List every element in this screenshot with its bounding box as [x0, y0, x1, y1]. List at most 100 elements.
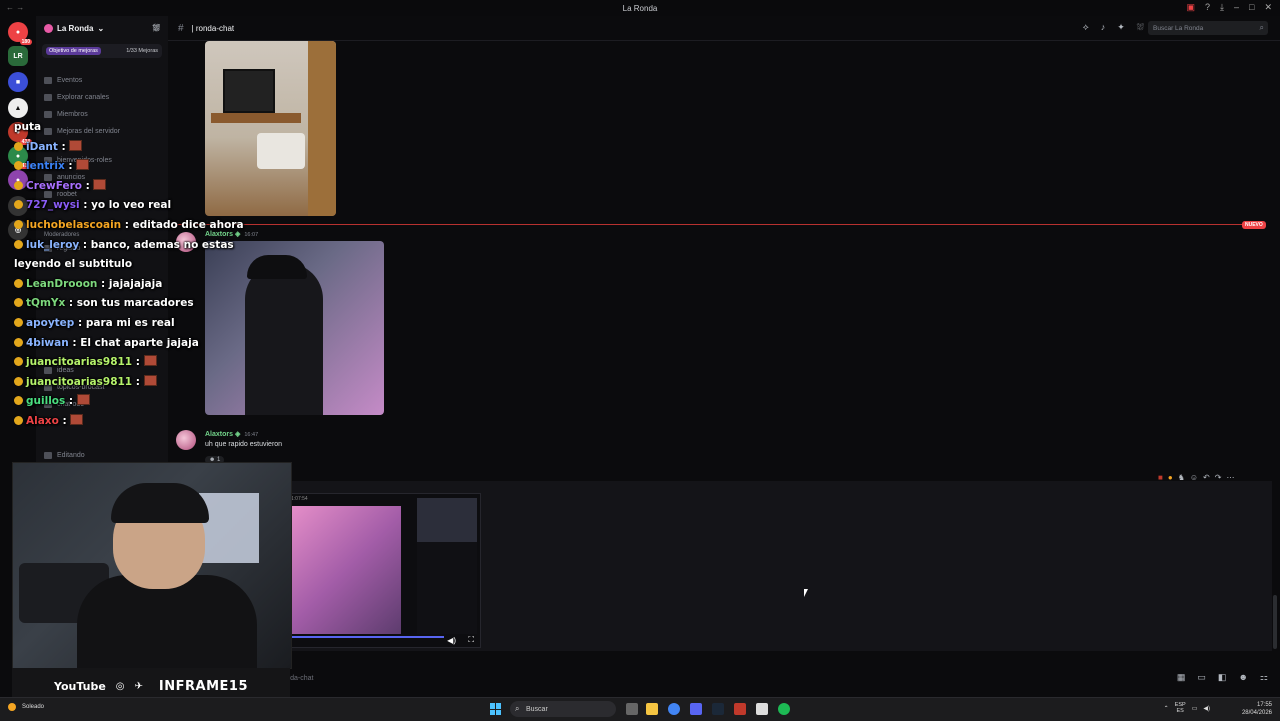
chat-badge-icon	[14, 337, 23, 347]
chat-badge-icon	[14, 278, 23, 288]
video-seekbar[interactable]	[289, 636, 444, 638]
reaction-emoji-icon[interactable]: ■	[1158, 473, 1163, 482]
start-button[interactable]	[490, 703, 502, 715]
chat-username: luk_leroy	[26, 238, 80, 251]
taskbar-search[interactable]: ⌕ Buscar	[510, 701, 616, 717]
language-indicator[interactable]: ESP ES	[1175, 702, 1186, 714]
chat-message: : para mi es real	[74, 316, 175, 329]
invite-icon[interactable]: ⛆	[153, 23, 160, 34]
notifications-icon[interactable]: ♪	[1101, 22, 1106, 33]
chat-username: CrewFero	[26, 179, 82, 192]
chat-emote-icon	[143, 355, 157, 367]
hash-icon: #	[178, 22, 184, 34]
stream-chat-line: puta	[14, 118, 254, 138]
reply-icon[interactable]: ↶	[1203, 473, 1210, 482]
volume-icon[interactable]: ◀)	[447, 636, 456, 645]
chat-username: guillos	[26, 395, 66, 408]
message-text: uh que rapido estuvieron	[205, 441, 283, 448]
app-icon[interactable]	[756, 703, 768, 715]
explorer-icon[interactable]	[646, 703, 658, 715]
volume-icon[interactable]: ◀)	[1203, 705, 1210, 712]
discord-icon[interactable]	[690, 703, 702, 715]
network-icon[interactable]: ▭	[1192, 705, 1198, 712]
inbox-icon[interactable]: ▣	[1186, 2, 1195, 13]
message-input[interactable]: ronda-chat	[280, 668, 1270, 688]
dm-home-icon[interactable]: ● 180	[8, 22, 32, 45]
chat-badge-icon	[14, 357, 23, 367]
webcam-detail	[199, 493, 259, 563]
stream-chat-line: tQmYx : son tus marcadores	[14, 294, 254, 314]
members-icon	[44, 111, 52, 118]
webcam-detail	[77, 575, 257, 668]
channel-item-explorar[interactable]: Explorar canales	[44, 94, 109, 101]
chevron-up-icon[interactable]: ⌃	[1164, 705, 1169, 712]
chat-username: 4biwan	[26, 336, 69, 349]
member-list-icon[interactable]: ⛆	[1137, 22, 1144, 33]
gif-icon[interactable]: ▭	[1197, 672, 1206, 683]
chat-username: lentrix	[26, 160, 65, 173]
scrollbar[interactable]	[1273, 595, 1277, 649]
stream-chat-line: iDant :	[14, 138, 254, 158]
channel-item-eventos[interactable]: Eventos	[44, 77, 82, 84]
stream-chat-line: CrewFero :	[14, 177, 254, 197]
fullscreen-icon[interactable]: ⛶	[468, 635, 474, 645]
image-detail	[257, 133, 305, 169]
server-header[interactable]: La Ronda ⌄ ⛆	[36, 16, 168, 40]
webcam-overlay	[12, 462, 292, 669]
avatar[interactable]	[176, 430, 196, 450]
instagram-icon: ◎	[115, 680, 125, 692]
chat-username: LeanDrooon	[26, 277, 98, 290]
chat-message: :	[81, 179, 94, 192]
server-avatar-icon	[44, 23, 53, 33]
emoji-icon[interactable]: ☻	[1238, 672, 1247, 683]
server-la-ronda-icon[interactable]: LR	[8, 46, 28, 66]
back-icon[interactable]: ← →	[6, 3, 24, 12]
spotify-icon[interactable]	[778, 703, 790, 715]
chat-emote-icon	[93, 178, 107, 190]
channel-item-miembros[interactable]: Miembros	[44, 111, 88, 118]
clock[interactable]: 17:55 28/04/2026	[1242, 701, 1272, 717]
chat-username: 727_wysi	[26, 199, 80, 212]
mouse-cursor	[804, 589, 808, 597]
stream-chat-line: luchobelascoain : editado dice ahora	[14, 216, 254, 236]
forward-icon[interactable]: ↷	[1215, 473, 1222, 482]
search-input[interactable]: Buscar La Ronda ⌕	[1148, 21, 1268, 35]
calendar-icon	[44, 77, 52, 84]
gift-icon[interactable]: ▦	[1177, 672, 1186, 683]
stream-chat-line: lentrix :	[14, 157, 254, 177]
chat-username: apoytep	[26, 316, 75, 329]
search-icon: ⌕	[515, 704, 520, 713]
boost-goal[interactable]: Objetivo de mejoras 1/33 Mejoras	[42, 44, 162, 58]
chrome-icon[interactable]	[668, 703, 680, 715]
window-title: La Ronda	[622, 3, 658, 13]
system-tray: ⌃ ESP ES ▭ ◀)	[1164, 702, 1210, 714]
reaction-emoji-icon[interactable]: ●	[1168, 473, 1173, 482]
video-time: 1:07:54	[291, 496, 308, 502]
chat-message: :	[132, 356, 144, 369]
add-reaction-icon[interactable]: ☺	[1190, 473, 1198, 482]
pin-icon[interactable]: ✦	[1117, 22, 1125, 33]
stream-chat-overlay: puta iDant : lentrix : CrewFero : 727_wys…	[14, 118, 254, 432]
reaction-emoji-icon[interactable]: ♞	[1178, 473, 1185, 482]
title-bar: ← → La Ronda ▣ ? ⤓ – □ ✕	[0, 0, 1280, 16]
close-button[interactable]: ✕	[1264, 2, 1272, 13]
weather-widget[interactable]: Soleado	[8, 703, 44, 711]
new-messages-tag: NUEVO	[1242, 221, 1266, 229]
maximize-button[interactable]: □	[1249, 2, 1254, 13]
help-icon[interactable]: ?	[1205, 2, 1210, 13]
apps-icon[interactable]: ⚏	[1260, 672, 1268, 683]
more-icon[interactable]: ⋯	[1226, 473, 1234, 482]
taskview-icon[interactable]	[626, 703, 638, 715]
download-icon[interactable]: ⤓	[1220, 2, 1224, 13]
chat-emote-icon	[76, 394, 90, 406]
server-icon[interactable]: ▲	[8, 98, 28, 118]
stream-chat-line: 4biwan : El chat aparte jajaja	[14, 334, 254, 354]
app-icon[interactable]	[734, 703, 746, 715]
embedded-video[interactable]: 1:07:54 ◀) ⛶	[288, 493, 481, 648]
threads-icon[interactable]: ⟡	[1083, 22, 1089, 33]
steam-icon[interactable]	[712, 703, 724, 715]
sticker-icon[interactable]: ◧	[1218, 672, 1227, 683]
minimize-button[interactable]: –	[1234, 2, 1239, 13]
server-icon[interactable]: ■	[8, 72, 28, 92]
image-detail	[308, 41, 336, 216]
